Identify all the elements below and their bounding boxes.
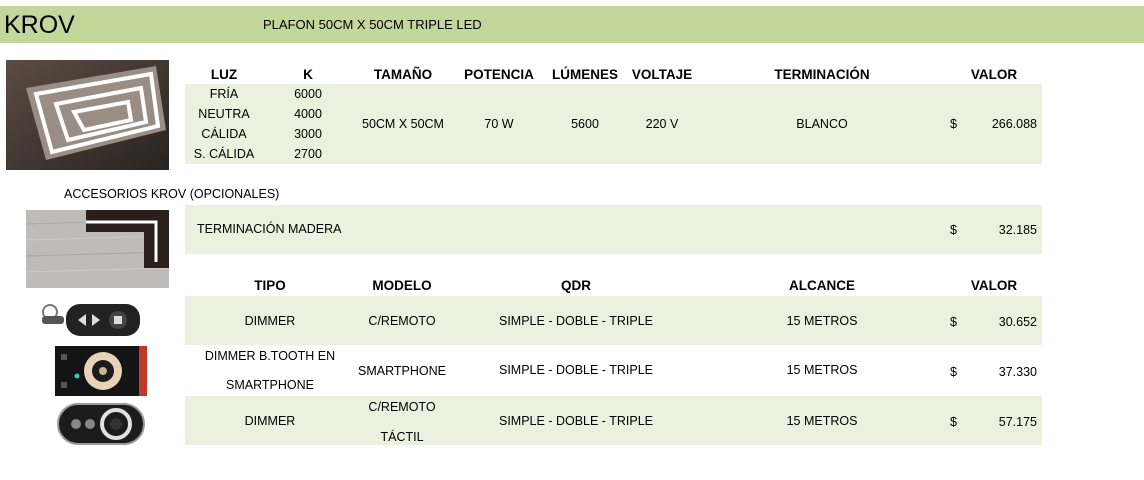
- currency-symbol: $: [950, 117, 957, 131]
- brand-title: KROV: [4, 11, 75, 39]
- qdr-cell: SIMPLE - DOBLE - TRIPLE: [499, 314, 653, 328]
- modelo-cell: C/REMOTO: [368, 400, 436, 414]
- alcance-cell: 15 METROS: [786, 414, 858, 428]
- alcance-cell: 15 METROS: [786, 314, 858, 328]
- col-header-potencia: POTENCIA: [464, 67, 534, 82]
- k-cell: 6000: [294, 87, 322, 101]
- luz-cell: S. CÁLIDA: [193, 147, 255, 161]
- col-header-tipo: TIPO: [254, 278, 286, 293]
- qdr-cell: SIMPLE - DOBLE - TRIPLE: [499, 363, 653, 377]
- tipo-cell: DIMMER B.TOOTH EN: [204, 349, 336, 363]
- luz-cell: FRÍA: [209, 87, 239, 101]
- alcance-cell: 15 METROS: [786, 363, 858, 377]
- header-bar: [0, 6, 1144, 43]
- modelo-cell: TÁCTIL: [380, 430, 424, 444]
- col-header-terminacion: TERMINACIÓN: [774, 67, 870, 82]
- lumenes-cell: 5600: [571, 117, 599, 131]
- tipo-cell: DIMMER: [244, 414, 296, 428]
- luz-cell: CÁLIDA: [201, 127, 247, 141]
- luz-cell: NEUTRA: [198, 107, 250, 121]
- potencia-cell: 70 W: [484, 117, 514, 131]
- tamano-cell: 50CM X 50CM: [362, 117, 444, 131]
- wood-finish-label: TERMINACIÓN MADERA: [197, 222, 342, 236]
- qdr-cell: SIMPLE - DOBLE - TRIPLE: [499, 414, 653, 428]
- currency-symbol: $: [950, 315, 957, 329]
- touch-remote-photo: [56, 402, 146, 446]
- col-header-alcance: ALCANCE: [789, 278, 855, 293]
- remote-keyfob-photo: [38, 298, 144, 342]
- col-header-k: K: [303, 67, 313, 82]
- wood-finish-photo: [26, 210, 169, 288]
- col-header-voltaje: VOLTAJE: [631, 67, 693, 82]
- smartphone-app-photo: [55, 346, 147, 396]
- col-header-modelo: MODELO: [372, 278, 432, 293]
- k-cell: 2700: [294, 147, 322, 161]
- price-cell: 266.088: [991, 117, 1037, 131]
- product-photo: [6, 60, 169, 170]
- currency-symbol: $: [950, 365, 957, 379]
- accessories-title: ACCESORIOS KROV (OPCIONALES): [64, 187, 280, 201]
- k-cell: 3000: [294, 127, 322, 141]
- product-title: PLAFON 50CM X 50CM TRIPLE LED: [263, 17, 482, 32]
- col-header-lumenes: LÚMENES: [551, 67, 618, 82]
- modelo-cell: C/REMOTO: [368, 314, 436, 328]
- k-cell: 4000: [294, 107, 322, 121]
- terminacion-cell: BLANCO: [796, 117, 848, 131]
- price-cell: 32.185: [998, 223, 1037, 237]
- col-header-qdr: QDR: [561, 278, 591, 293]
- price-cell: 37.330: [998, 365, 1037, 379]
- currency-symbol: $: [950, 415, 957, 429]
- tipo-cell: SMARTPHONE: [226, 378, 314, 392]
- col-header-valor: VALOR: [970, 278, 1018, 293]
- modelo-cell: SMARTPHONE: [358, 364, 446, 378]
- currency-symbol: $: [950, 223, 957, 237]
- col-header-tamano: TAMAÑO: [373, 67, 433, 82]
- voltaje-cell: 220 V: [645, 117, 679, 131]
- col-header-valor: VALOR: [970, 67, 1018, 82]
- price-cell: 57.175: [998, 415, 1037, 429]
- col-header-luz: LUZ: [210, 67, 238, 82]
- tipo-cell: DIMMER: [244, 314, 296, 328]
- price-cell: 30.652: [998, 315, 1037, 329]
